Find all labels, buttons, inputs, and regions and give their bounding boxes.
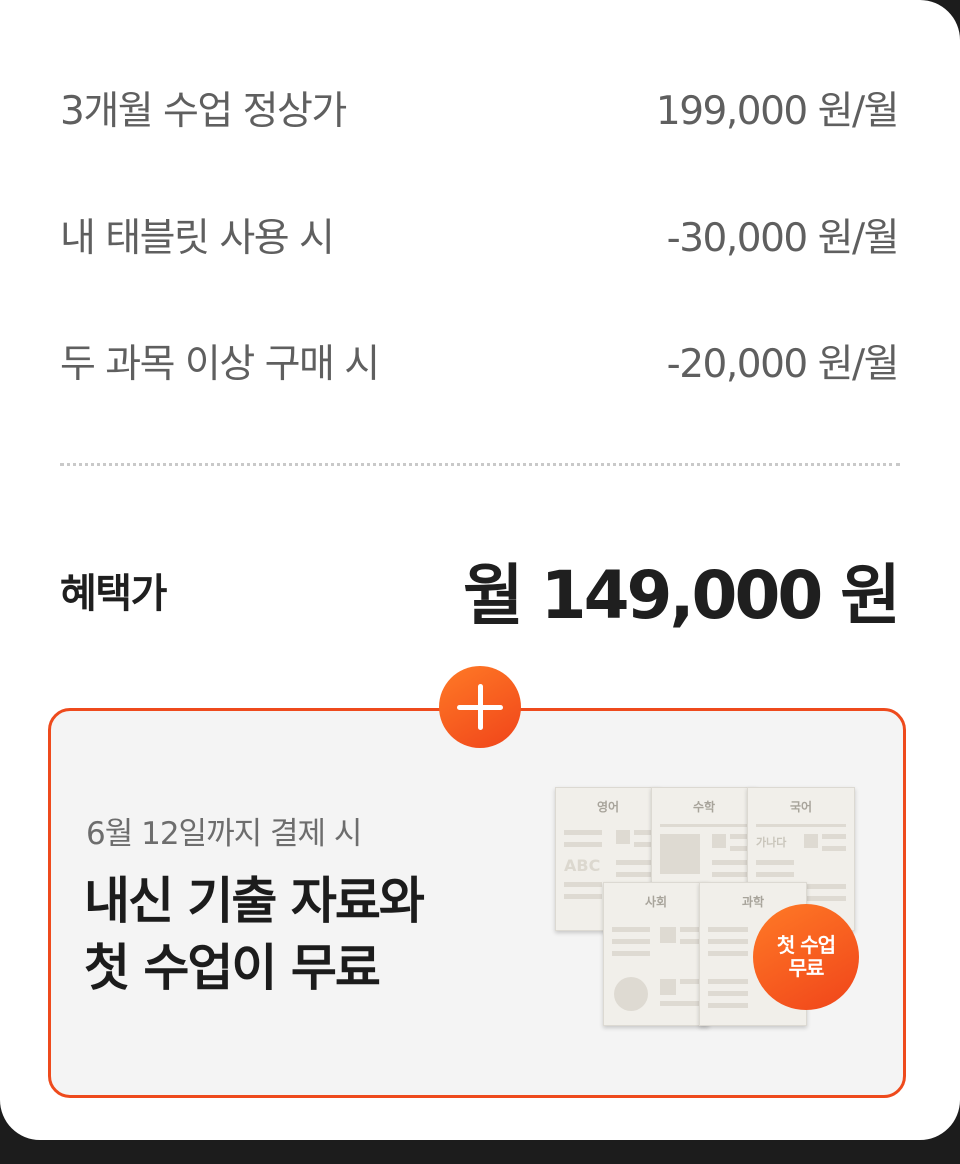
price-row-value: -20,000 원/월 — [666, 342, 900, 387]
price-row-label: 내 태블릿 사용 시 — [60, 216, 335, 261]
badge-line: 무료 — [788, 956, 825, 980]
price-row-tablet-discount: 내 태블릿 사용 시 -30,000 원/월 — [60, 205, 900, 265]
benefit-price-value: 월 149,000 원 — [462, 557, 901, 634]
sheet-sample-text: 가나다 — [756, 836, 787, 849]
price-row-multi-subject-discount: 두 과목 이상 구매 시 -20,000 원/월 — [60, 331, 900, 391]
sheet-sample-text: ABC — [564, 856, 601, 875]
promo-title: 내신 기출 자료와 첫 수업이 무료 — [84, 868, 524, 1002]
benefit-price-label: 혜택가 — [60, 571, 167, 617]
sheet-title: 영어 — [596, 800, 620, 814]
price-row-label: 두 과목 이상 구매 시 — [60, 342, 380, 387]
dotted-divider — [60, 463, 900, 466]
sheet-title: 사회 — [644, 895, 668, 909]
price-row-value: -30,000 원/월 — [666, 216, 900, 261]
sheet-title: 수학 — [692, 800, 716, 814]
badge-line: 첫 수업 — [776, 933, 836, 957]
sheet-title: 국어 — [789, 800, 813, 814]
promo-deadline-text: 6월 12일까지 결제 시 — [86, 816, 362, 852]
promo-title-line: 내신 기출 자료와 — [84, 872, 425, 930]
promo-title-line: 첫 수업이 무료 — [84, 939, 381, 997]
free-first-class-badge: 첫 수업 무료 — [753, 904, 859, 1010]
price-row-label: 3개월 수업 정상가 — [60, 89, 347, 134]
social-sheet-icon: 사회 — [603, 882, 709, 1026]
plus-icon — [439, 666, 521, 748]
price-row-regular: 3개월 수업 정상가 199,000 원/월 — [60, 78, 900, 138]
price-row-value: 199,000 원/월 — [655, 89, 900, 134]
benefit-price-row: 혜택가 월 149,000 원 — [60, 540, 901, 640]
pricing-card: 3개월 수업 정상가 199,000 원/월 내 태블릿 사용 시 -30,00… — [0, 0, 960, 1140]
